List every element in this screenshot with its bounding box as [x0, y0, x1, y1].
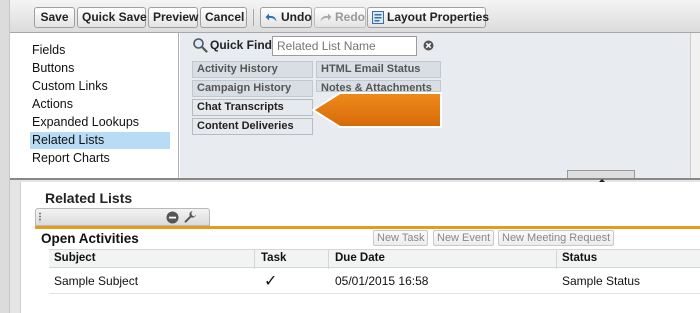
quick-find-label: Quick Find [210, 38, 273, 52]
section-title: Related Lists [45, 190, 133, 206]
layout-properties-label: Layout Properties [387, 10, 490, 24]
undo-button[interactable]: Undo [260, 7, 312, 28]
related-list-divider [35, 226, 700, 229]
callout-arrow-icon [312, 92, 442, 128]
new-event-button[interactable]: New Event [433, 230, 495, 246]
palette-divider [178, 33, 179, 178]
table-row: Sample Subject ✓ 05/01/2015 16:58 Sample… [49, 268, 700, 294]
preview-button[interactable]: Preview [148, 7, 198, 28]
category-report-charts[interactable]: Report Charts [32, 150, 110, 167]
palette-item-campaign-history[interactable]: Campaign History [192, 80, 313, 97]
layout-properties-button[interactable]: Layout Properties [367, 7, 490, 28]
related-list-handle[interactable] [35, 208, 210, 226]
page-layout-editor: Save Quick Save Preview Cancel Undo Redo… [0, 0, 700, 313]
quick-save-button[interactable]: Quick Save [77, 7, 147, 28]
redo-label: Redo [335, 10, 365, 24]
redo-button[interactable]: Redo [314, 7, 366, 28]
wrench-icon[interactable] [183, 210, 197, 224]
undo-label: Undo [281, 10, 312, 24]
related-list-title: Open Activities [41, 231, 139, 246]
palette-item-html-email-status[interactable]: HTML Email Status [316, 61, 441, 78]
cell-subject: Sample Subject [54, 274, 139, 288]
layout-properties-icon [372, 11, 384, 25]
column-separator [328, 250, 329, 269]
palette-categories: Fields Buttons Custom Links Actions Expa… [10, 33, 180, 178]
category-expanded-lookups[interactable]: Expanded Lookups [32, 114, 139, 131]
column-header-subject: Subject [54, 252, 96, 264]
category-custom-links[interactable]: Custom Links [32, 78, 108, 95]
quick-find-input[interactable] [272, 36, 417, 56]
left-gutter [0, 0, 10, 313]
column-header-task: Task [261, 252, 287, 264]
palette-item-chat-transcripts[interactable]: Chat Transcripts [192, 99, 313, 116]
column-header-status: Status [562, 252, 598, 264]
column-separator [556, 250, 557, 269]
magnifier-icon [193, 38, 208, 53]
toolbar: Save Quick Save Preview Cancel Undo Redo… [10, 0, 700, 33]
palette-scrollbar[interactable] [690, 33, 700, 178]
column-separator [254, 250, 255, 269]
column-header-due-date: Due Date [335, 252, 385, 264]
undo-icon [265, 13, 277, 22]
cell-status: Sample Status [562, 274, 641, 288]
table-header: Subject Task Due Date Status [49, 249, 700, 269]
new-task-button[interactable]: New Task [373, 230, 429, 246]
toolbar-separator [253, 9, 254, 26]
save-button[interactable]: Save [34, 7, 75, 28]
cancel-button[interactable]: Cancel [200, 7, 247, 28]
category-buttons[interactable]: Buttons [32, 60, 74, 77]
new-meeting-request-button[interactable]: New Meeting Request [498, 230, 615, 246]
drag-grip-icon[interactable] [38, 212, 42, 222]
category-fields[interactable]: Fields [32, 42, 65, 59]
cell-due-date: 05/01/2015 16:58 [335, 274, 429, 288]
cell-task-checkmark: ✓ [264, 273, 278, 290]
clear-icon[interactable] [423, 40, 434, 51]
collapse-palette-tab[interactable] [567, 170, 635, 182]
palette-item-content-deliveries[interactable]: Content Deliveries [192, 118, 313, 135]
palette-item-activity-history[interactable]: Activity History [192, 61, 313, 78]
minus-icon[interactable] [166, 211, 179, 224]
layout-canvas: Related Lists Open Activities New Task N… [20, 182, 700, 313]
category-related-lists[interactable]: Related Lists [30, 132, 170, 149]
category-actions[interactable]: Actions [32, 96, 73, 113]
redo-icon [320, 13, 332, 22]
